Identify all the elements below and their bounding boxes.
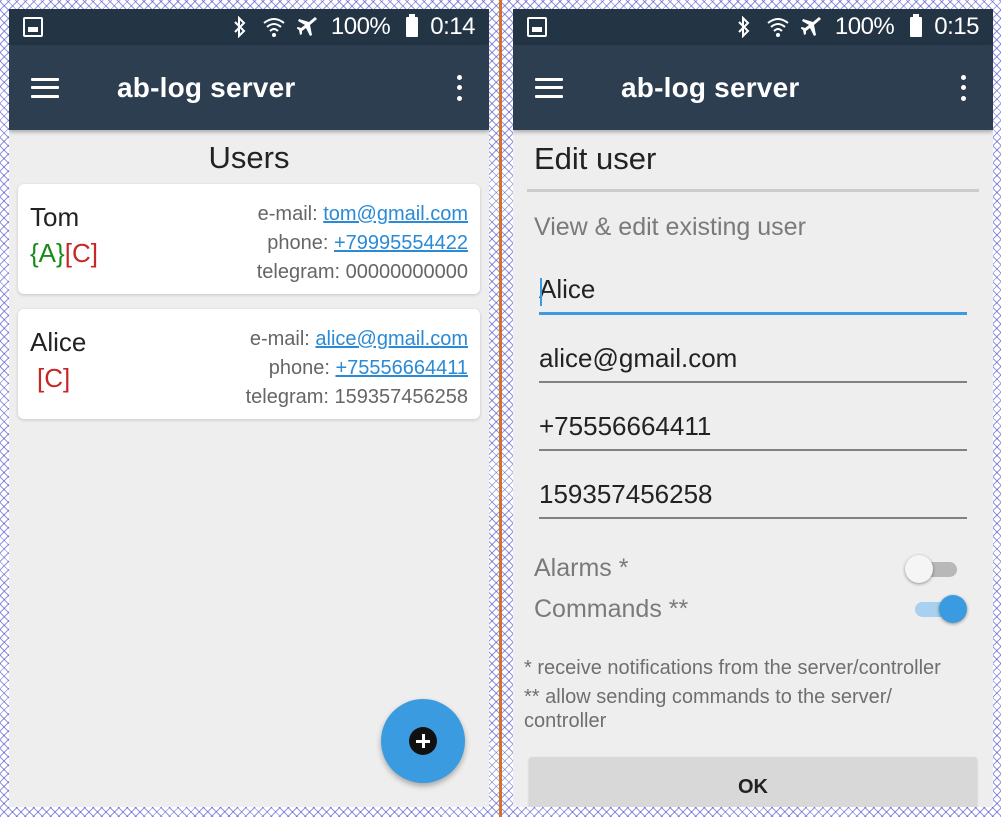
- phone-link[interactable]: +75556664411: [335, 357, 468, 379]
- gallery-notification-icon: [23, 17, 43, 37]
- app-title: ab-log server: [621, 71, 800, 103]
- phone-label: phone:: [268, 357, 330, 379]
- page-title: Users: [208, 140, 290, 175]
- text-cursor: [540, 278, 542, 306]
- airplane-mode-icon: [800, 16, 823, 38]
- user-name: Alice: [30, 327, 87, 357]
- telegram-value: 159357456258: [334, 386, 468, 408]
- phone-label: phone:: [267, 232, 329, 254]
- more-options-icon[interactable]: [959, 74, 967, 101]
- user-contact-info: e-mail: alice@gmail.com phone: +75556664…: [246, 325, 468, 412]
- phone-link[interactable]: +79995554422: [334, 232, 468, 254]
- menu-icon[interactable]: [535, 77, 563, 98]
- alarms-note: * receive notifications from the server/…: [524, 657, 941, 679]
- airplane-mode-icon: [296, 16, 319, 38]
- role-alarms-badge: {A}: [30, 238, 65, 268]
- telegram-field[interactable]: [539, 475, 967, 519]
- users-screen: 100% 0:14 ab-log server Users Tom {A}[C]…: [9, 9, 489, 807]
- app-bar: ab-log server: [9, 45, 489, 130]
- commands-note: ** allow sending commands to the server/…: [524, 686, 892, 732]
- telegram-label: telegram:: [245, 386, 329, 408]
- alarms-label: Alarms *: [534, 554, 629, 582]
- commands-label: Commands **: [534, 595, 689, 623]
- toggle-thumb: [905, 555, 933, 583]
- clock: 0:14: [430, 13, 475, 40]
- battery-percent: 100%: [330, 13, 391, 40]
- more-options-icon[interactable]: [455, 74, 463, 101]
- menu-icon[interactable]: [31, 77, 59, 98]
- toggle-thumb: [939, 595, 967, 623]
- page-title: Edit user: [534, 141, 657, 176]
- screenshot-divider: [499, 0, 502, 817]
- role-commands-badge: [C]: [64, 238, 98, 268]
- battery-icon: [406, 14, 419, 37]
- wifi-icon: [767, 16, 789, 38]
- email-field[interactable]: [539, 339, 967, 383]
- battery-percent: 100%: [834, 13, 895, 40]
- email-link[interactable]: tom@gmail.com: [323, 203, 468, 225]
- user-card-alice[interactable]: Alice [C] e-mail: alice@gmail.com phone:…: [18, 309, 480, 419]
- user-name: Tom: [30, 202, 80, 232]
- wifi-icon: [263, 16, 285, 38]
- title-divider: [527, 189, 979, 192]
- app-title: ab-log server: [117, 71, 296, 103]
- add-circle-icon: [409, 727, 437, 755]
- name-field[interactable]: [539, 271, 967, 315]
- battery-icon: [910, 14, 923, 37]
- user-card-tom[interactable]: Tom {A}[C] e-mail: tom@gmail.com phone: …: [18, 184, 480, 294]
- telegram-label: telegram:: [256, 261, 341, 283]
- email-link[interactable]: alice@gmail.com: [315, 328, 468, 350]
- alarms-toggle[interactable]: [905, 553, 959, 585]
- telegram-value: 00000000000: [345, 261, 468, 283]
- status-bar: 100% 0:14: [9, 9, 489, 45]
- user-roles: {A}[C]: [30, 238, 98, 269]
- status-bar: 100% 0:15: [513, 9, 993, 45]
- add-user-button[interactable]: [381, 699, 465, 783]
- email-label: e-mail:: [249, 328, 310, 350]
- role-commands-badge: [C]: [37, 363, 71, 393]
- gallery-notification-icon: [527, 17, 547, 37]
- email-label: e-mail:: [257, 203, 318, 225]
- app-bar: ab-log server: [513, 45, 993, 130]
- bluetooth-icon: [229, 16, 251, 38]
- commands-toggle[interactable]: [913, 593, 967, 625]
- user-contact-info: e-mail: tom@gmail.com phone: +7999555442…: [257, 200, 468, 287]
- user-roles: [C]: [37, 363, 70, 394]
- clock: 0:15: [934, 13, 979, 40]
- bluetooth-icon: [733, 16, 755, 38]
- edit-user-screen: 100% 0:15 ab-log server Edit user View &…: [513, 9, 993, 807]
- ok-button[interactable]: OK: [529, 757, 977, 807]
- phone-field[interactable]: [539, 407, 967, 451]
- page-subtitle: View & edit existing user: [534, 213, 806, 241]
